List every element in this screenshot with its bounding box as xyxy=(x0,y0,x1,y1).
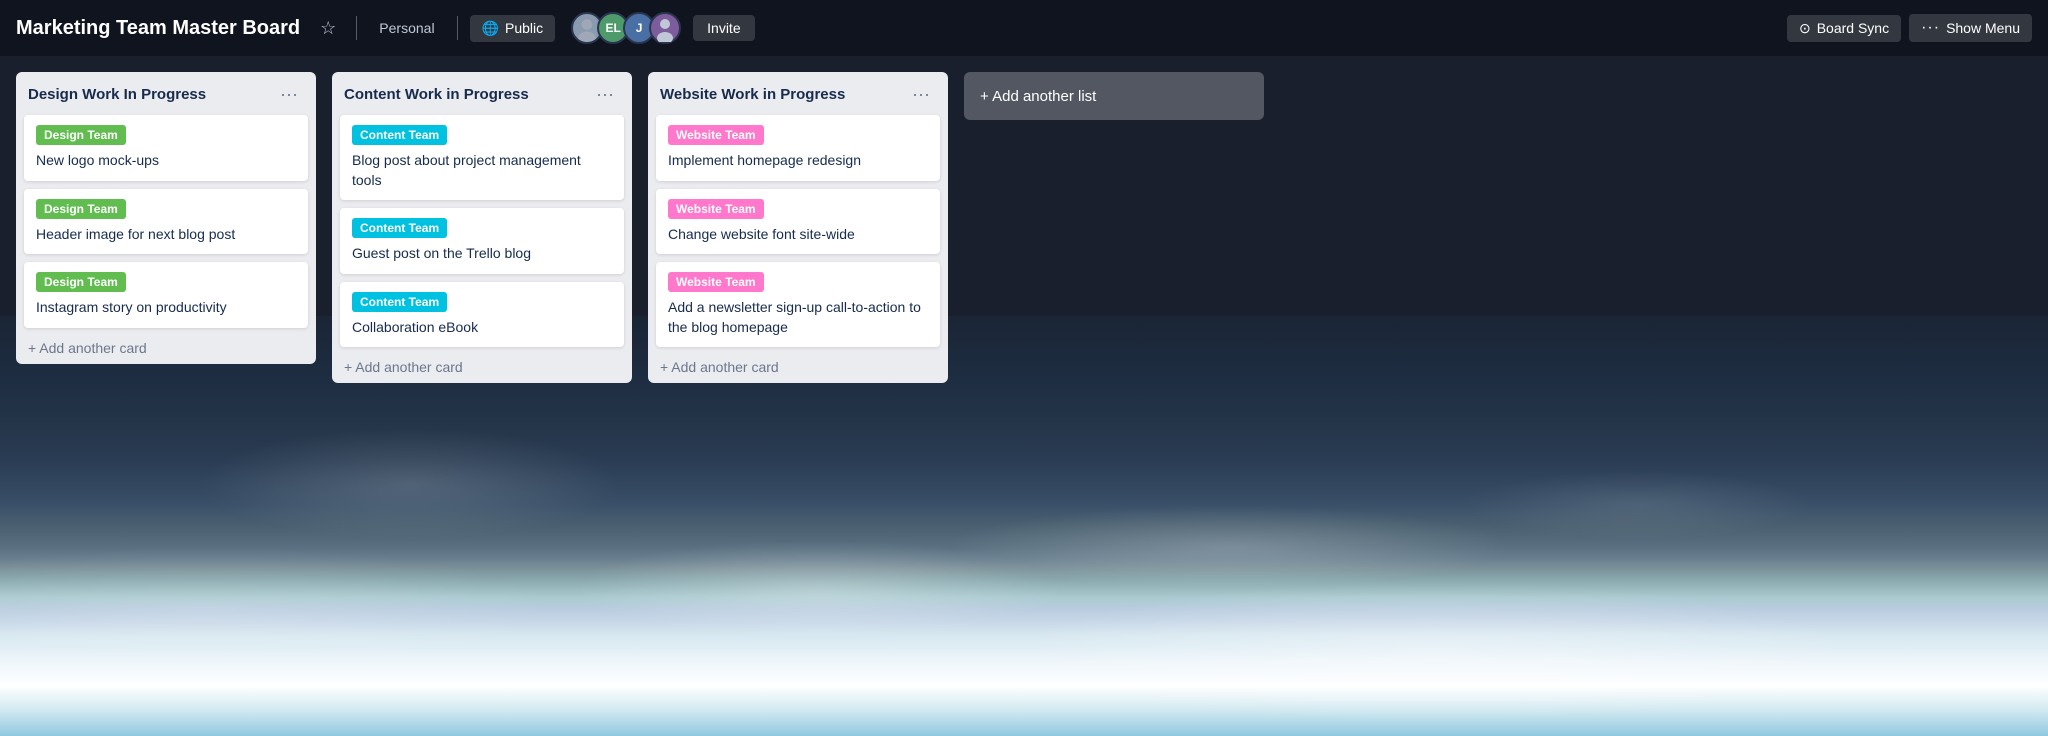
list-header: Design Work In Progress ··· xyxy=(16,72,316,115)
card-label: Website Team xyxy=(668,125,764,145)
card-label: Design Team xyxy=(36,199,126,219)
card-card-2[interactable]: Design Team Header image for next blog po… xyxy=(24,189,308,255)
list-cards: Design Team New logo mock-ups Design Team H… xyxy=(16,115,316,328)
list-menu-button[interactable]: ··· xyxy=(590,82,620,107)
card-card-3[interactable]: Design Team Instagram story on productivi… xyxy=(24,262,308,328)
card-label: Website Team xyxy=(668,272,764,292)
list-list-2: Content Work in Progress ··· Content Team B… xyxy=(332,72,632,383)
card-title: Collaboration eBook xyxy=(352,318,612,338)
list-list-3: Website Work in Progress ··· Website Team I… xyxy=(648,72,948,383)
card-label: Content Team xyxy=(352,292,447,312)
show-menu-label: Show Menu xyxy=(1946,20,2020,36)
public-label: Public xyxy=(505,20,543,36)
card-title: New logo mock-ups xyxy=(36,151,296,171)
list-title: Website Work in Progress xyxy=(660,86,845,103)
card-label: Content Team xyxy=(352,218,447,238)
list-menu-button[interactable]: ··· xyxy=(906,82,936,107)
card-card-9[interactable]: Website Team Add a newsletter sign-up cal… xyxy=(656,262,940,347)
card-title: Add a newsletter sign-up call-to-action … xyxy=(668,298,928,337)
sync-icon: ⊙ xyxy=(1799,20,1811,37)
list-title: Design Work In Progress xyxy=(28,86,206,103)
add-card-button[interactable]: + Add another card xyxy=(332,351,632,383)
list-title: Content Work in Progress xyxy=(344,86,529,103)
list-list-1: Design Work In Progress ··· Design Team New… xyxy=(16,72,316,364)
card-title: Blog post about project management tools xyxy=(352,151,612,190)
card-label: Content Team xyxy=(352,125,447,145)
card-label: Website Team xyxy=(668,199,764,219)
header-divider-2 xyxy=(457,16,458,40)
avatar-3 xyxy=(649,12,681,44)
add-list-button[interactable]: + Add another list xyxy=(964,72,1264,120)
list-menu-button[interactable]: ··· xyxy=(274,82,304,107)
card-card-8[interactable]: Website Team Change website font site-wid… xyxy=(656,189,940,255)
header: Marketing Team Master Board ☆ Personal 🌐… xyxy=(0,0,2048,56)
public-button[interactable]: 🌐 Public xyxy=(470,15,556,42)
card-label: Design Team xyxy=(36,125,126,145)
list-header: Website Work in Progress ··· xyxy=(648,72,948,115)
add-card-button[interactable]: + Add another card xyxy=(648,351,948,383)
personal-button[interactable]: Personal xyxy=(369,15,444,41)
show-menu-button[interactable]: ··· Show Menu xyxy=(1909,14,2032,42)
list-cards: Website TeamImplement homepage redesignW… xyxy=(648,115,948,347)
card-card-1[interactable]: Design Team New logo mock-ups xyxy=(24,115,308,181)
card-label: Design Team xyxy=(36,272,126,292)
list-cards: Content Team Blog post about project mana… xyxy=(332,115,632,347)
header-divider xyxy=(356,16,357,40)
list-header: Content Work in Progress ··· xyxy=(332,72,632,115)
card-title: Guest post on the Trello blog xyxy=(352,244,612,264)
board-title: Marketing Team Master Board xyxy=(16,17,300,40)
card-title: Instagram story on productivity xyxy=(36,298,296,318)
add-card-button[interactable]: + Add another card xyxy=(16,332,316,364)
avatars-group: EL J xyxy=(571,12,681,44)
card-title: Header image for next blog post xyxy=(36,225,296,245)
card-card-7[interactable]: Website Team Implement homepage redesign xyxy=(656,115,940,181)
card-card-6[interactable]: Content Team Collaboration eBook xyxy=(340,282,624,348)
card-title: Implement homepage redesign xyxy=(668,151,928,171)
ellipsis-icon: ··· xyxy=(1921,19,1940,37)
header-right: ⊙ Board Sync ··· Show Menu xyxy=(1787,14,2032,42)
invite-button[interactable]: Invite xyxy=(693,15,754,41)
globe-icon: 🌐 xyxy=(482,20,499,37)
card-card-5[interactable]: Content Team Guest post on the Trello blo… xyxy=(340,208,624,274)
star-button[interactable]: ☆ xyxy=(312,14,344,43)
card-title: Change website font site-wide xyxy=(668,225,928,245)
card-card-4[interactable]: Content Team Blog post about project mana… xyxy=(340,115,624,200)
board-sync-label: Board Sync xyxy=(1817,20,1889,36)
board-area: Design Work In Progress ··· Design Team New… xyxy=(0,56,2048,399)
board-sync-button[interactable]: ⊙ Board Sync xyxy=(1787,15,1901,42)
